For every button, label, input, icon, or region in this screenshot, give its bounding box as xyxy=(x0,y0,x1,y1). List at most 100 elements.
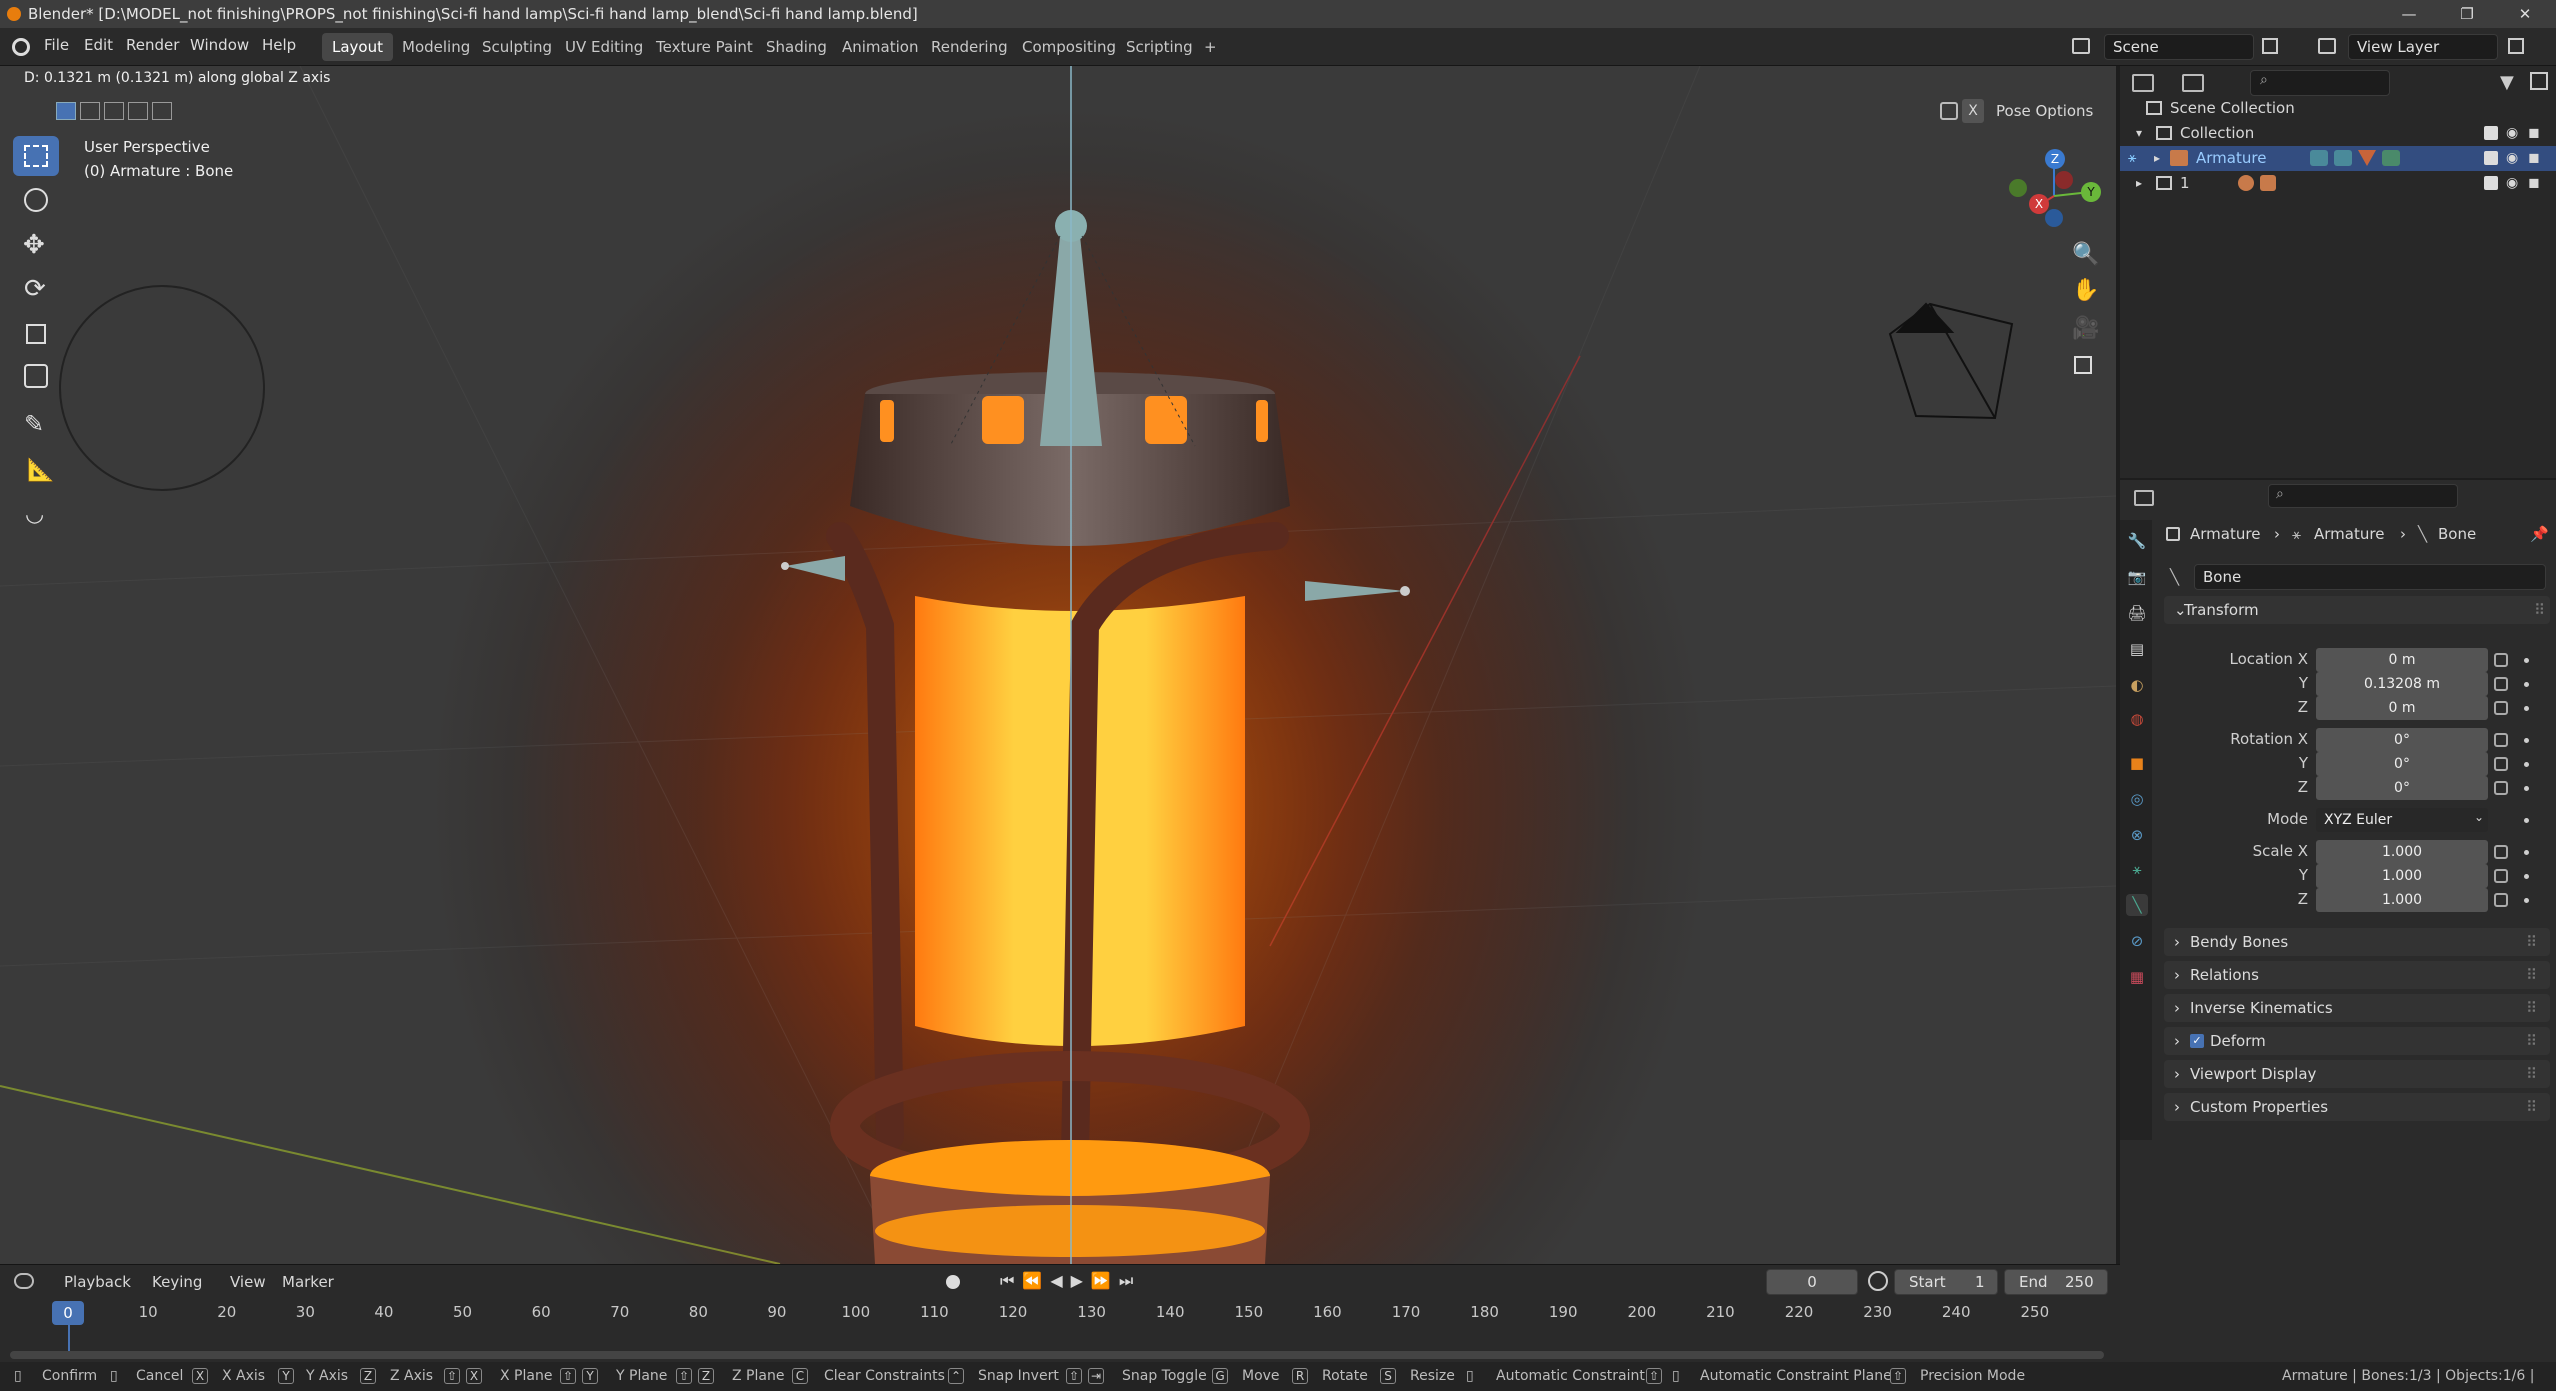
gizmo-y-axis[interactable]: Y xyxy=(2081,182,2101,202)
scale-x-field[interactable]: 1.000 xyxy=(2316,840,2488,864)
object-data-icon[interactable] xyxy=(2260,175,2276,191)
lock-icon[interactable] xyxy=(2494,869,2508,883)
object-children-icon[interactable] xyxy=(2238,175,2254,191)
expand-arrow-icon[interactable]: ▸ xyxy=(2136,171,2142,196)
lock-icon[interactable] xyxy=(2494,893,2508,907)
measure-tool[interactable]: 📐 xyxy=(13,450,59,490)
menu-window[interactable]: Window xyxy=(190,36,249,54)
rotate-tool[interactable]: ⟳ xyxy=(13,270,59,310)
scene-icon[interactable] xyxy=(2072,38,2090,54)
exclude-checkbox[interactable] xyxy=(2484,126,2498,140)
ortho-grid-icon[interactable] xyxy=(2074,356,2092,374)
drag-handle-icon[interactable]: ⠿ xyxy=(2526,1093,2537,1121)
transform-panel-header[interactable]: ⌄ Transform ⠿ xyxy=(2164,596,2550,624)
tab-sculpting[interactable]: Sculpting xyxy=(472,33,562,61)
tool-tab-icon[interactable]: 🔧 xyxy=(2126,530,2148,552)
maximize-button[interactable]: ❐ xyxy=(2444,0,2490,28)
keyframe-dot-icon[interactable] xyxy=(2524,818,2529,823)
transform-tool[interactable] xyxy=(13,356,59,396)
tab-uv-editing[interactable]: UV Editing xyxy=(555,33,653,61)
tab-shading[interactable]: Shading xyxy=(756,33,837,61)
drag-handle-icon[interactable]: ⠿ xyxy=(2526,961,2537,989)
view-layer-icon[interactable] xyxy=(2318,38,2336,54)
breadcrumb-object[interactable]: Armature xyxy=(2190,522,2260,546)
pin-icon[interactable]: 📌 xyxy=(2530,522,2549,546)
lock-icon[interactable] xyxy=(2494,733,2508,747)
bone-constraints-tab-icon[interactable]: ⊘ xyxy=(2126,930,2148,952)
roll-tool[interactable]: ◡ xyxy=(13,496,59,536)
keyframe-dot-icon[interactable] xyxy=(2524,762,2529,767)
scene-selector[interactable]: Scene xyxy=(2104,34,2254,60)
exclude-checkbox[interactable] xyxy=(2484,151,2498,165)
drag-handle-icon[interactable]: ⠿ xyxy=(2526,994,2537,1022)
bendy-bones-panel[interactable]: › Bendy Bones ⠿ xyxy=(2164,928,2550,956)
render-camera-icon[interactable]: ◼ xyxy=(2528,171,2540,196)
lock-icon[interactable] xyxy=(2494,653,2508,667)
3d-viewport[interactable]: D: 0.1321 m (0.1321 m) along global Z ax… xyxy=(0,66,2116,1264)
menu-help[interactable]: Help xyxy=(262,36,296,54)
relations-panel[interactable]: › Relations ⠿ xyxy=(2164,961,2550,989)
filter-view-icon[interactable] xyxy=(2182,74,2204,92)
select-box-tool[interactable] xyxy=(13,136,59,176)
vertex-groups-icon[interactable] xyxy=(2382,150,2400,166)
display-mode-icon[interactable] xyxy=(2132,74,2154,92)
scale-z-field[interactable]: 1.000 xyxy=(2316,888,2488,912)
tab-compositing[interactable]: Compositing xyxy=(1012,33,1126,61)
rotation-x-field[interactable]: 0° xyxy=(2316,728,2488,752)
select-intersect-icon[interactable] xyxy=(152,102,172,120)
new-collection-icon[interactable] xyxy=(2530,72,2548,90)
viewport-display-panel[interactable]: › Viewport Display ⠿ xyxy=(2164,1060,2550,1088)
tab-modeling[interactable]: Modeling xyxy=(392,33,480,61)
expand-arrow-icon[interactable]: ▾ xyxy=(2136,121,2142,146)
drag-handle-icon[interactable]: ⠿ xyxy=(2526,1027,2537,1055)
lock-icon[interactable] xyxy=(2494,677,2508,691)
deform-checkbox[interactable]: ✓ xyxy=(2190,1034,2204,1048)
breadcrumb-bone[interactable]: Bone xyxy=(2438,522,2476,546)
cursor-tool[interactable] xyxy=(13,180,59,220)
view-layer-tab-icon[interactable]: ▤ xyxy=(2126,638,2148,660)
keyframe-dot-icon[interactable] xyxy=(2524,874,2529,879)
rotation-mode-dropdown[interactable]: XYZ Euler xyxy=(2316,808,2488,832)
properties-search-input[interactable] xyxy=(2268,484,2458,508)
blender-menu-icon[interactable] xyxy=(12,38,30,56)
move-tool[interactable]: ✥ xyxy=(13,226,59,266)
close-window-button[interactable]: ✕ xyxy=(2502,0,2548,28)
world-tab-icon[interactable]: ◍ xyxy=(2126,708,2148,730)
tab-rendering[interactable]: Rendering xyxy=(921,33,1018,61)
keyframe-dot-icon[interactable] xyxy=(2524,738,2529,743)
location-x-field[interactable]: 0 m xyxy=(2316,648,2488,672)
timeline-scrollbar[interactable] xyxy=(10,1351,2104,1359)
select-new-icon[interactable] xyxy=(56,102,76,120)
armature-data-tab-icon[interactable]: ⚹ xyxy=(2126,858,2148,880)
minimize-button[interactable]: — xyxy=(2386,0,2432,28)
frame-ruler[interactable]: 0 10 20 30 40 50 60 70 80 90 100 110 120 130 140 150 160… xyxy=(0,1265,2120,1363)
rotation-z-field[interactable]: 0° xyxy=(2316,776,2488,800)
select-extend-icon[interactable] xyxy=(80,102,100,120)
lock-icon[interactable] xyxy=(2494,845,2508,859)
outliner-row-1[interactable]: ▸ 1 ◉ ◼ xyxy=(2120,171,2556,196)
transform-pivot-icon[interactable] xyxy=(1940,102,1958,120)
outliner-row-collection[interactable]: ▾ Collection ◉ ◼ xyxy=(2120,121,2556,146)
custom-properties-panel[interactable]: › Custom Properties ⠿ xyxy=(2164,1093,2550,1121)
keyframe-dot-icon[interactable] xyxy=(2524,658,2529,663)
keyframe-dot-icon[interactable] xyxy=(2524,898,2529,903)
visibility-eye-icon[interactable]: ◉ xyxy=(2506,121,2518,146)
modifier-icon[interactable] xyxy=(2358,150,2376,166)
pose-data-icon[interactable] xyxy=(2334,150,2352,166)
gizmo-z-axis[interactable]: Z xyxy=(2045,149,2065,169)
rotation-y-field[interactable]: 0° xyxy=(2316,752,2488,776)
scale-tool[interactable] xyxy=(13,314,59,354)
object-tab-icon[interactable]: ■ xyxy=(2126,752,2148,774)
breadcrumb-data[interactable]: Armature xyxy=(2314,522,2384,546)
gizmo-x-axis[interactable]: X xyxy=(2029,194,2049,214)
constraints-tab-icon[interactable]: ⊗ xyxy=(2126,824,2148,846)
lock-icon[interactable] xyxy=(2494,757,2508,771)
keyframe-dot-icon[interactable] xyxy=(2524,850,2529,855)
deform-panel[interactable]: › ✓ Deform ⠿ xyxy=(2164,1027,2550,1055)
tab-layout[interactable]: Layout xyxy=(322,33,393,61)
select-mode-buttons[interactable] xyxy=(56,100,174,122)
new-scene-icon[interactable] xyxy=(2262,38,2278,54)
physics-tab-icon[interactable]: ◎ xyxy=(2126,788,2148,810)
menu-render[interactable]: Render xyxy=(126,36,179,54)
pan-hand-icon[interactable]: ✋ xyxy=(2072,278,2099,303)
